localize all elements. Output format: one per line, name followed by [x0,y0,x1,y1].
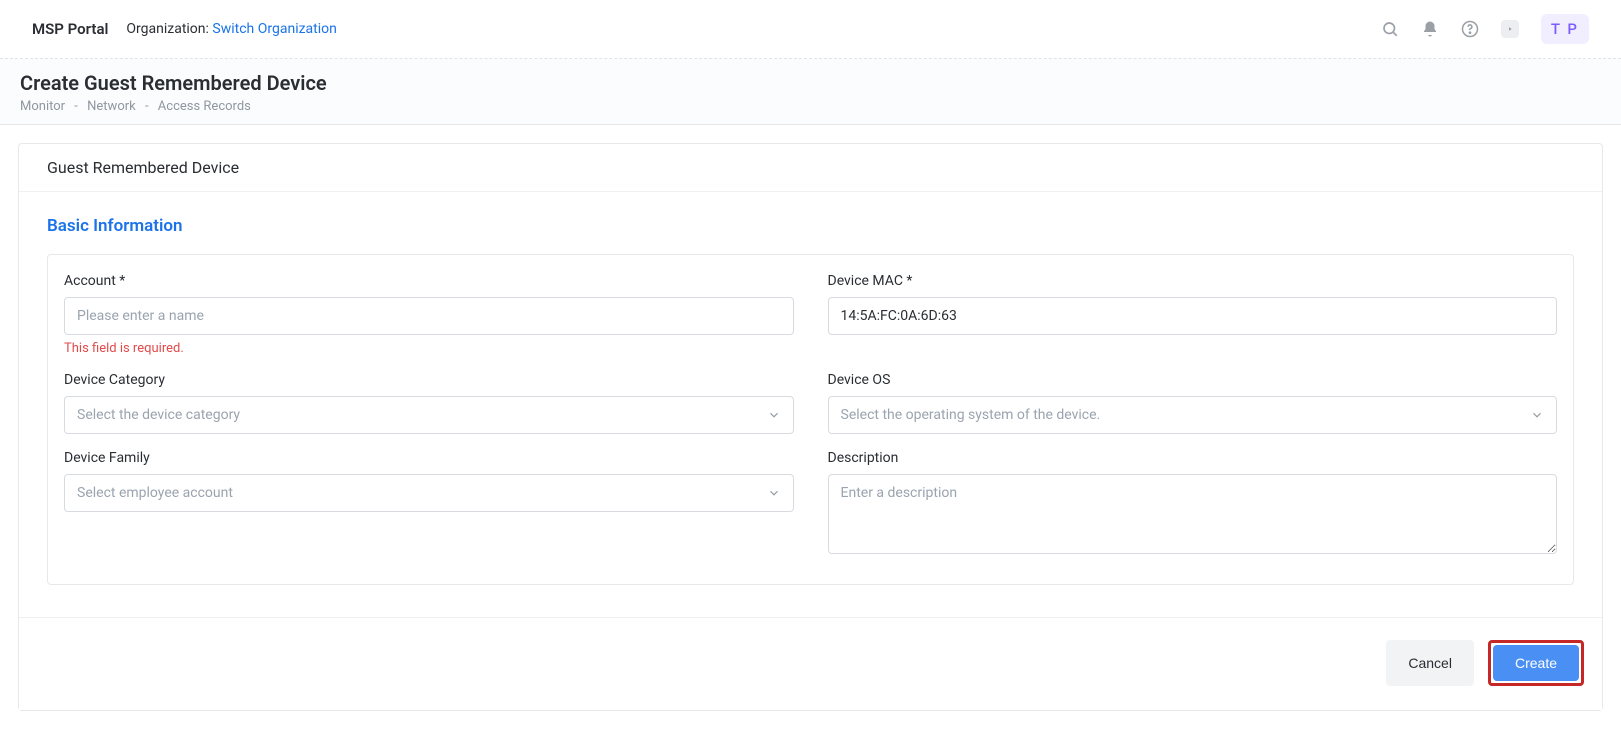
org-label: Organization: [126,21,209,37]
device-category-label: Device Category [64,372,794,388]
page-header: Create Guest Remembered Device Monitor -… [0,59,1621,125]
form-row: Device Category Select the device catego… [64,372,1557,434]
top-header: MSP Portal Organization: Switch Organiza… [0,0,1621,59]
device-os-select[interactable]: Select the operating system of the devic… [828,396,1558,434]
card: Guest Remembered Device Basic Informatio… [18,143,1603,711]
create-button[interactable]: Create [1493,645,1579,681]
field-description: Description [828,450,1558,558]
account-error: This field is required. [64,341,794,356]
portal-name: MSP Portal [32,20,108,38]
chevron-down-icon [1530,408,1544,422]
breadcrumb-item[interactable]: Network [87,99,136,114]
field-device-mac: Device MAC * [828,273,1558,356]
description-label: Description [828,450,1558,466]
page-title: Create Guest Remembered Device [20,71,1601,95]
chevron-down-icon [767,486,781,500]
device-family-label: Device Family [64,450,794,466]
cancel-button[interactable]: Cancel [1386,640,1474,686]
card-title: Guest Remembered Device [19,144,1602,192]
card-wrap: Guest Remembered Device Basic Informatio… [0,125,1621,729]
search-icon[interactable] [1381,20,1399,38]
field-device-family: Device Family Select employee account [64,450,794,558]
device-category-placeholder: Select the device category [77,407,240,423]
help-icon[interactable] [1461,20,1479,38]
header-left: MSP Portal Organization: Switch Organiza… [32,20,337,38]
device-category-select[interactable]: Select the device category [64,396,794,434]
device-os-label: Device OS [828,372,1558,388]
account-input[interactable] [64,297,794,335]
breadcrumb-sep: - [74,99,78,114]
bell-icon[interactable] [1421,20,1439,38]
device-mac-label: Device MAC * [828,273,1558,289]
breadcrumb: Monitor - Network - Access Records [20,99,1601,114]
field-device-category: Device Category Select the device catego… [64,372,794,434]
chevron-down-icon [767,408,781,422]
breadcrumb-sep: - [145,99,149,114]
form-row: Device Family Select employee account De… [64,450,1557,558]
breadcrumb-item[interactable]: Access Records [158,99,251,114]
org-group: Organization: Switch Organization [126,21,336,37]
description-textarea[interactable] [828,474,1558,554]
field-account: Account * This field is required. [64,273,794,356]
header-right: T P [1381,14,1589,44]
device-family-placeholder: Select employee account [77,485,233,501]
device-os-placeholder: Select the operating system of the devic… [841,407,1101,423]
form-row: Account * This field is required. Device… [64,273,1557,356]
device-family-select[interactable]: Select employee account [64,474,794,512]
video-icon[interactable] [1501,20,1519,38]
switch-org-link[interactable]: Switch Organization [212,21,336,37]
section-title: Basic Information [47,216,1574,236]
breadcrumb-item[interactable]: Monitor [20,99,65,114]
account-label: Account * [64,273,794,289]
card-body: Basic Information Account * This field i… [19,192,1602,617]
device-mac-input[interactable] [828,297,1558,335]
field-device-os: Device OS Select the operating system of… [828,372,1558,434]
user-avatar[interactable]: T P [1541,14,1589,44]
create-highlight: Create [1488,640,1584,686]
form-section: Account * This field is required. Device… [47,254,1574,585]
card-footer: Cancel Create [19,617,1602,710]
